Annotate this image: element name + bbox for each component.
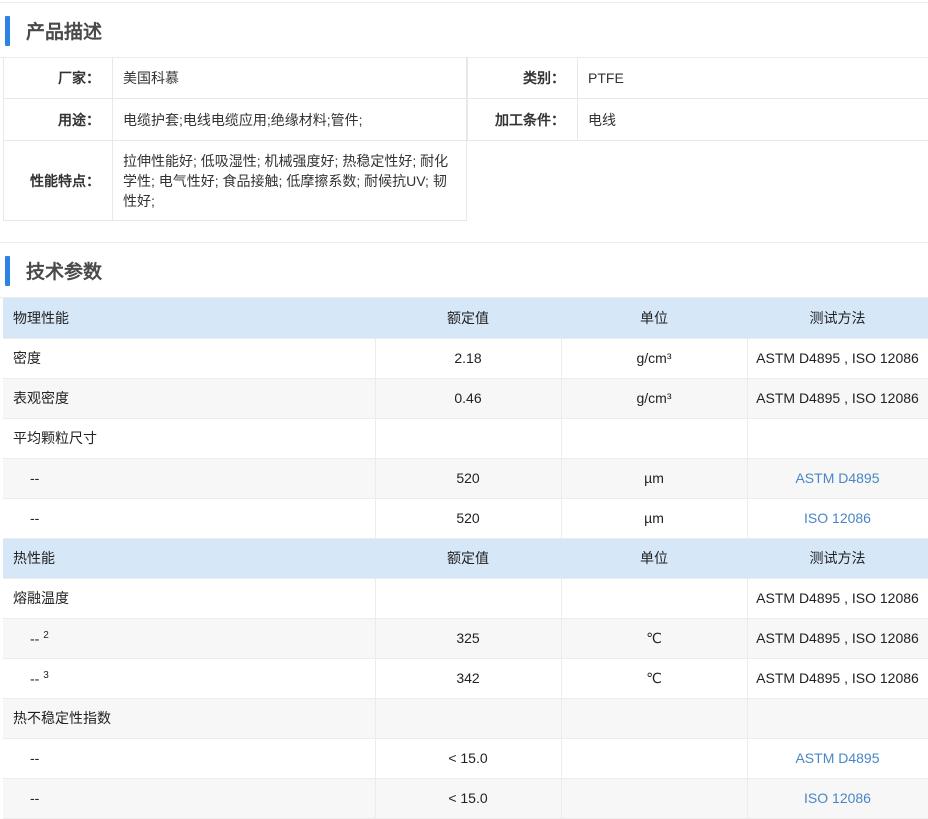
table-row: -- < 15.0 ASTM D4895 xyxy=(3,738,928,779)
test-method-link[interactable]: ISO 12086 xyxy=(804,790,871,806)
table-row: -- 3 342 ℃ ASTM D4895 , ISO 12086 xyxy=(3,658,928,699)
test-method: ASTM D4895 , ISO 12086 xyxy=(747,618,928,659)
test-method: ASTM D4895 , ISO 12086 xyxy=(747,658,928,699)
parameters-table: 物理性能 额定值 单位 测试方法 密度 2.18 g/cm³ ASTM D489… xyxy=(3,298,928,819)
test-method: ASTM D4895 , ISO 12086 xyxy=(747,338,928,379)
test-method-link[interactable]: ISO 12086 xyxy=(804,510,871,526)
info-row: 厂家： 美国科慕 类别： PTFE xyxy=(3,57,928,99)
table-row: 熔融温度 ASTM D4895 , ISO 12086 xyxy=(3,578,928,619)
property-unit: ℃ xyxy=(561,618,748,659)
property-value: 520 xyxy=(375,458,562,499)
property-unit: g/cm³ xyxy=(561,338,748,379)
table-row: 密度 2.18 g/cm³ ASTM D4895 , ISO 12086 xyxy=(3,338,928,379)
table-row: -- < 15.0 ISO 12086 xyxy=(3,778,928,819)
product-description-panel: 产品描述 xyxy=(0,2,928,58)
section-title: 技术参数 xyxy=(26,260,103,283)
property-name: 密度 xyxy=(3,338,376,379)
table-row: 表观密度 0.46 g/cm³ ASTM D4895 , ISO 12086 xyxy=(3,378,928,419)
property-name: 热不稳定性指数 xyxy=(3,698,376,739)
section-title: 产品描述 xyxy=(26,20,103,43)
property-value: 0.46 xyxy=(375,378,562,419)
property-value: 342 xyxy=(375,658,562,699)
technical-parameters-header: 技术参数 xyxy=(0,242,928,298)
section-accent-bar xyxy=(5,256,10,286)
property-name: 表观密度 xyxy=(3,378,376,419)
section-accent-bar xyxy=(5,16,10,46)
property-unit: g/cm³ xyxy=(561,378,748,419)
column-header: 测试方法 xyxy=(747,538,928,579)
usage-label: 用途： xyxy=(3,99,113,140)
property-unit: ℃ xyxy=(561,658,748,699)
test-method-link[interactable]: ASTM D4895 xyxy=(795,470,879,486)
product-info-grid: 厂家： 美国科慕 类别： PTFE 用途： 电缆护套;电线电缆应用;绝缘材料;管… xyxy=(3,57,928,221)
column-header: 热性能 xyxy=(3,538,376,579)
footnote-marker: 2 xyxy=(43,629,49,641)
category-label: 类别： xyxy=(467,57,578,98)
table-section-header: 物理性能 额定值 单位 测试方法 xyxy=(3,298,928,339)
technical-parameters-panel: 技术参数 xyxy=(0,242,928,298)
property-subitem: -- 3 xyxy=(3,658,376,699)
category-value: PTFE xyxy=(588,69,624,86)
processing-label: 加工条件： xyxy=(467,99,578,140)
usage-value: 电缆护套;电线电缆应用;绝缘材料;管件; xyxy=(113,99,467,140)
features-label: 性能特点： xyxy=(3,141,113,221)
property-name: 平均颗粒尺寸 xyxy=(3,418,376,459)
info-row: 用途： 电缆护套;电线电缆应用;绝缘材料;管件; 加工条件： 电线 xyxy=(3,99,928,141)
table-row: -- 2 325 ℃ ASTM D4895 , ISO 12086 xyxy=(3,618,928,659)
test-method: ASTM D4895 , ISO 12086 xyxy=(747,578,928,619)
test-method-link[interactable]: ASTM D4895 xyxy=(795,750,879,766)
property-value: < 15.0 xyxy=(375,738,562,779)
table-row: 热不稳定性指数 xyxy=(3,698,928,739)
property-value: < 15.0 xyxy=(375,778,562,819)
table-section-header: 热性能 额定值 单位 测试方法 xyxy=(3,538,928,579)
property-value: 520 xyxy=(375,498,562,539)
property-unit: µm xyxy=(561,498,748,539)
column-header: 单位 xyxy=(561,538,748,579)
column-header: 物理性能 xyxy=(3,298,376,339)
processing-value: 电线 xyxy=(588,111,616,128)
property-unit: µm xyxy=(561,458,748,499)
column-header: 测试方法 xyxy=(747,298,928,339)
property-value: 2.18 xyxy=(375,338,562,379)
table-row: -- 520 µm ISO 12086 xyxy=(3,498,928,539)
manufacturer-value: 美国科慕 xyxy=(113,57,467,98)
column-header: 额定值 xyxy=(375,538,562,579)
table-row: -- 520 µm ASTM D4895 xyxy=(3,458,928,499)
info-row: 性能特点： 拉伸性能好; 低吸湿性; 机械强度好; 热稳定性好; 耐化学性; 电… xyxy=(3,141,928,221)
manufacturer-label: 厂家： xyxy=(3,57,113,98)
property-subitem: -- 2 xyxy=(3,618,376,659)
product-description-header: 产品描述 xyxy=(0,2,928,58)
property-subitem: -- xyxy=(3,738,376,779)
test-method: ASTM D4895 , ISO 12086 xyxy=(747,378,928,419)
column-header: 单位 xyxy=(561,298,748,339)
property-subitem: -- xyxy=(3,498,376,539)
table-row: 平均颗粒尺寸 xyxy=(3,418,928,459)
footnote-marker: 3 xyxy=(43,669,49,681)
column-header: 额定值 xyxy=(375,298,562,339)
property-subitem: -- xyxy=(3,778,376,819)
property-name: 熔融温度 xyxy=(3,578,376,619)
property-value: 325 xyxy=(375,618,562,659)
features-value: 拉伸性能好; 低吸湿性; 机械强度好; 热稳定性好; 耐化学性; 电气性好; 食… xyxy=(113,141,467,221)
property-subitem: -- xyxy=(3,458,376,499)
